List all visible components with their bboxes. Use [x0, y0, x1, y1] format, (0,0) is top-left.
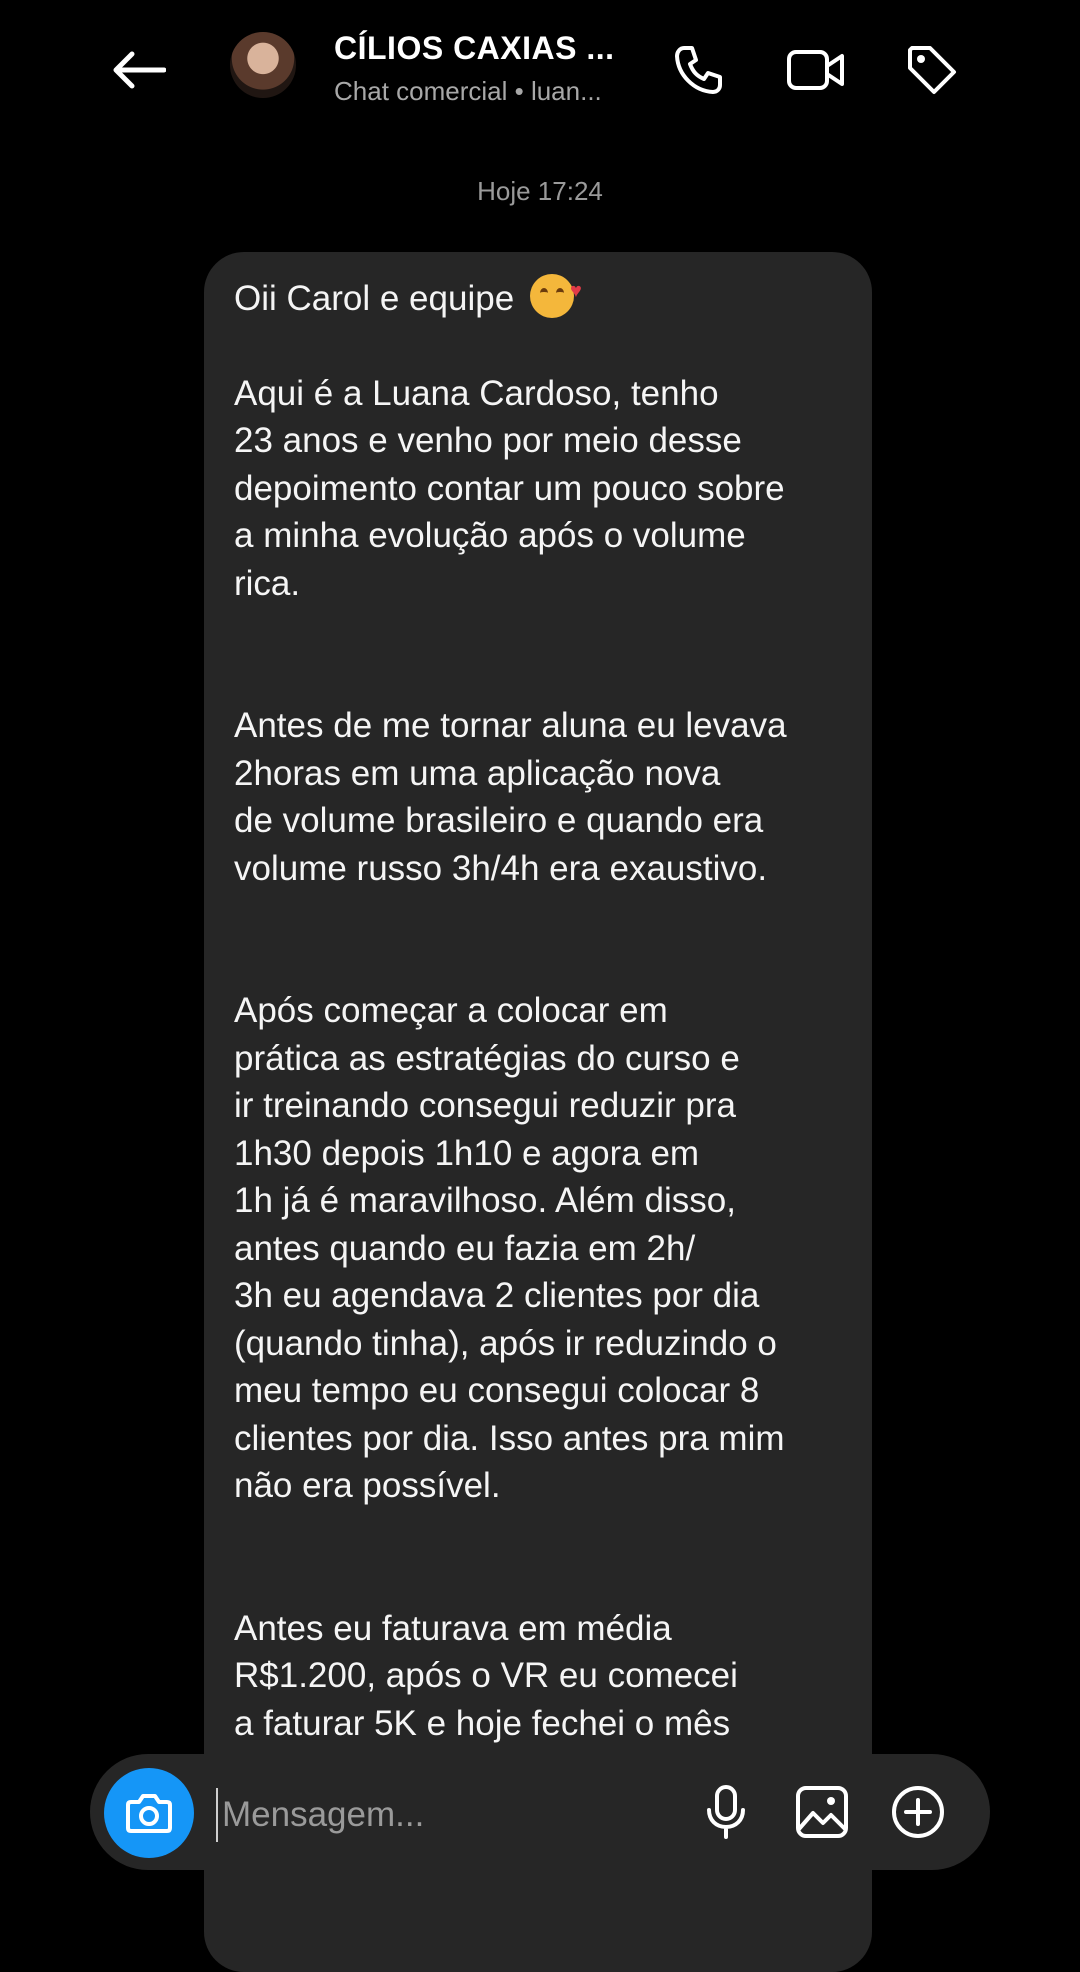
more-options-button[interactable] [888, 1782, 948, 1842]
camera-icon [126, 1794, 172, 1833]
message-input[interactable] [216, 1788, 664, 1842]
tag-icon [908, 46, 956, 94]
message-paragraph-3: Após começar a colocar em prática as est… [234, 991, 785, 1505]
message-text: Oii Carol e equipe ♥ Aqui é a Luana Card… [234, 274, 854, 1747]
avatar[interactable] [230, 32, 296, 98]
arrow-left-icon [113, 51, 166, 89]
gallery-button[interactable] [792, 1782, 852, 1842]
message-paragraph-2: Antes de me tornar aluna eu levava 2hora… [234, 706, 787, 888]
chat-title[interactable]: CÍLIOS CAXIAS ... [334, 30, 615, 67]
image-icon [796, 1786, 848, 1838]
plus-circle-icon [892, 1786, 944, 1838]
chat-header: CÍLIOS CAXIAS ... Chat comercial • luan.… [0, 0, 1080, 140]
microphone-icon [707, 1785, 745, 1839]
video-call-button[interactable] [784, 38, 848, 102]
message-timestamp: Hoje 17:24 [477, 176, 603, 206]
message-paragraph-4: Antes eu faturava em média R$1.200, após… [234, 1608, 738, 1743]
chat-subtitle[interactable]: Chat comercial • luan... [334, 76, 602, 107]
call-button[interactable] [666, 38, 730, 102]
smiling-face-with-hearts-icon: ♥ [529, 274, 582, 318]
message-greeting: Oii Carol e equipe ♥ [234, 274, 854, 323]
voice-message-button[interactable] [696, 1782, 756, 1842]
back-button[interactable] [105, 42, 171, 98]
video-camera-icon [787, 50, 844, 90]
tag-button[interactable] [900, 38, 964, 102]
message-paragraph-1: Aqui é a Luana Cardoso, tenho 23 anos e … [234, 373, 785, 603]
phone-icon [675, 46, 722, 94]
camera-button[interactable] [104, 1768, 194, 1858]
